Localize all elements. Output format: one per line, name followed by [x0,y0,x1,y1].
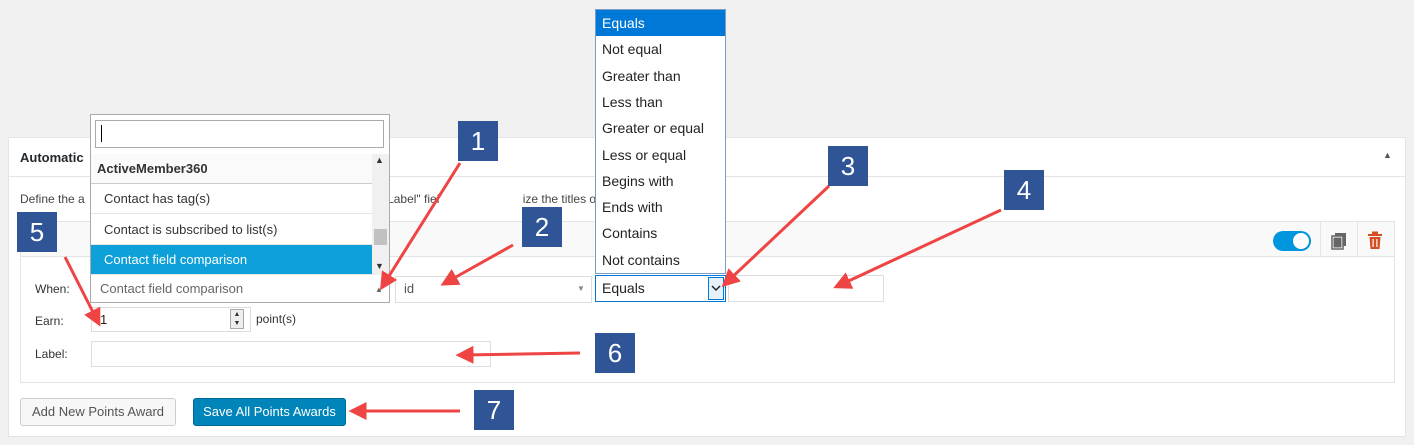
callout-2: 2 [522,207,562,247]
annotation-arrows [63,162,1002,420]
callout-7: 7 [474,390,514,430]
arrow-1 [380,162,462,291]
arrow-3 [721,184,831,288]
arrow-6 [455,345,581,364]
arrow-5 [63,256,101,327]
callout-4: 4 [1004,170,1044,210]
callout-1: 1 [458,121,498,161]
arrow-2 [440,243,514,286]
callout-5: 5 [17,212,57,252]
callout-6: 6 [595,333,635,373]
arrow-4 [833,208,1002,289]
callout-3: 3 [828,146,868,186]
